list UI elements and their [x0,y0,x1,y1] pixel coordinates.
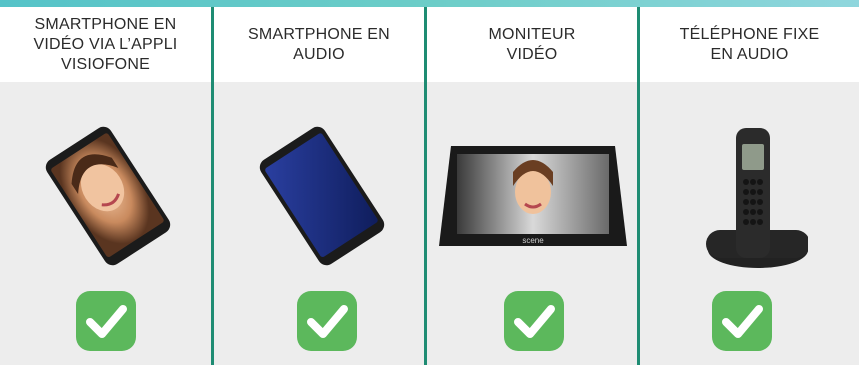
column-divider [211,7,214,365]
top-accent-bar [0,0,859,7]
column-header: SMARTPHONE EN VIDÉO VIA L’APPLI VISIOFON… [0,7,211,82]
column-title: MONITEUR VIDÉO [488,25,576,63]
column-header: TÉLÉPHONE FIXE EN AUDIO [640,7,859,82]
monitor-brand-logo: scene [522,236,544,245]
column-divider [637,7,640,365]
check-icon [712,291,772,351]
video-monitor-icon: scene [439,146,627,246]
compatibility-table: SMARTPHONE EN VIDÉO VIA L’APPLI VISIOFON… [0,7,859,365]
column-header: SMARTPHONE EN AUDIO [214,7,424,82]
check-icon [504,291,564,351]
column-title: SMARTPHONE EN AUDIO [248,25,390,63]
column-header: MONITEUR VIDÉO [427,7,637,82]
check-icon [76,291,136,351]
check-icon [297,291,357,351]
smartphone-video-icon [45,126,171,266]
smartphone-audio-icon [259,126,385,266]
column-divider [424,7,427,365]
column-title: SMARTPHONE EN VIDÉO VIA L’APPLI VISIOFON… [33,15,178,73]
column-title: TÉLÉPHONE FIXE EN AUDIO [679,25,820,63]
cordless-phone-icon [706,128,808,268]
